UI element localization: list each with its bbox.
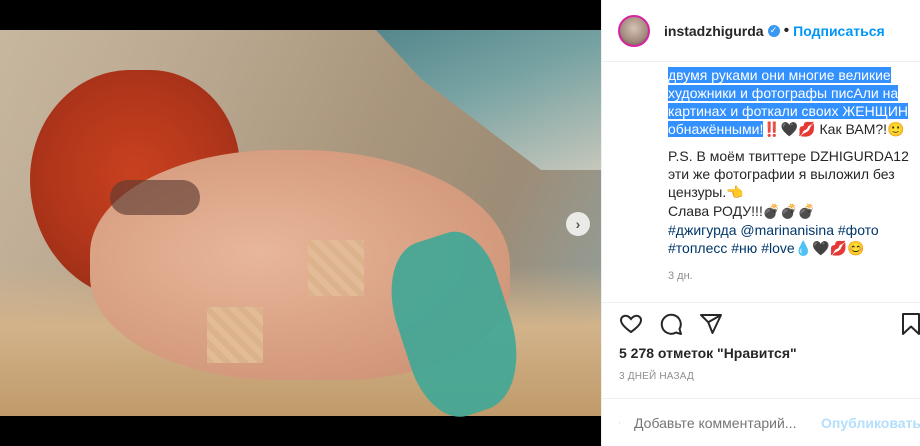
hashtag-link[interactable]: #топлесс [668,240,727,256]
carousel-next-button[interactable]: › [566,212,590,236]
follow-button[interactable]: Подписаться [793,23,885,39]
post-timestamp[interactable]: 3 ДНЕЙ НАЗАД [619,371,694,382]
hashtag-link[interactable]: #джигурда [668,222,737,238]
comment-bar: Опубликовать [602,398,920,446]
highlighted-line-2: художники и фотографы писАли на [668,85,899,101]
mention-link[interactable]: @marinanisina [740,222,834,238]
highlighted-line-1: двумя руками они многие великие [668,67,891,83]
verified-badge-icon: ✓ [767,24,780,37]
instagram-post: › instadzhigurda ✓ • Подписаться двумя р… [0,0,920,446]
post-side-panel: instadzhigurda ✓ • Подписаться двумя рук… [601,0,920,446]
caption-highlighted: двумя руками они многие великие художник… [668,66,918,138]
caption-glory: Слава РОДУ!!!💣💣💣 [668,203,816,219]
share-icon[interactable] [699,312,723,336]
post-media[interactable]: › [0,0,601,446]
caption-emoji: 💧🖤💋😊 [794,240,865,256]
comment-input[interactable] [634,414,816,431]
hashtag-link[interactable]: #ню [731,240,757,256]
sea-area [376,30,601,170]
avatar[interactable] [618,14,650,47]
chevron-right-icon: › [575,216,581,232]
highlighted-line-3: картинах и фоткали своих ЖЕНЩИН [668,103,909,119]
post-photo[interactable] [0,30,601,428]
caption-time: 3 дн. [668,270,693,282]
likes-count[interactable]: 5 278 отметок "Нравится" [619,345,797,361]
hashtag-link[interactable]: #фото [838,222,879,238]
caption-tags: #джигурда @marinanisina #фото #топлесс #… [668,221,918,257]
heart-icon[interactable] [619,312,643,336]
hashtag-link[interactable]: #love [761,240,794,256]
bookmark-icon[interactable] [899,312,920,336]
emoji-icon[interactable] [619,411,620,435]
highlighted-line-4: обнажёнными! [668,121,764,137]
post-header: instadzhigurda ✓ • Подписаться [602,0,920,62]
post-actions [602,302,920,344]
publish-button[interactable]: Опубликовать [821,415,920,431]
comment-icon[interactable] [659,312,683,336]
censor-blur-1 [308,240,364,296]
censor-blur-2 [207,307,263,363]
username-link[interactable]: instadzhigurda [664,23,764,39]
separator-dot: • [783,21,790,39]
caption: двумя руками они многие великие художник… [668,66,918,296]
caption-ps: P.S. В моём твиттере DZHIGURDA12 эти же … [668,148,909,200]
caption-trailing-text: ‼️🖤💋 Как ВАМ?!🙂 [763,121,905,137]
sunglasses-shape [110,180,200,215]
